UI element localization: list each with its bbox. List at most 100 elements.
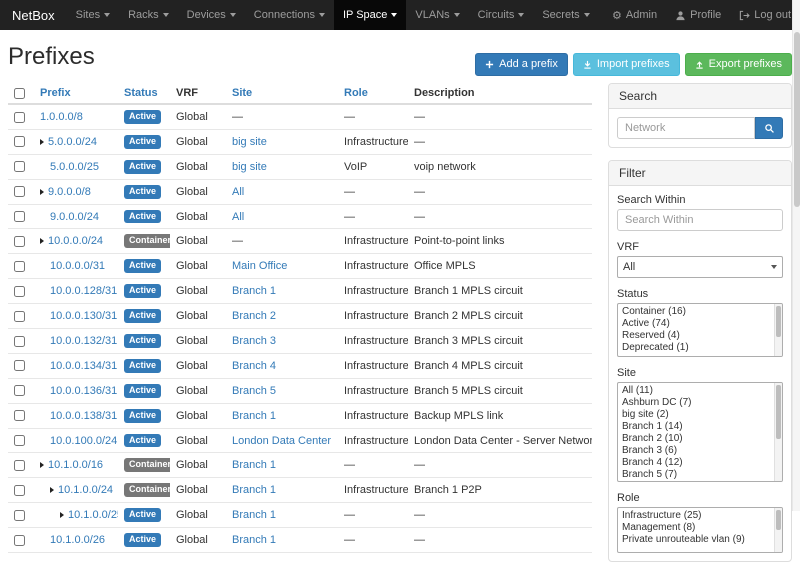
prefix-link[interactable]: 10.0.0.132/31 [50,335,117,347]
column-header-site[interactable]: Site [226,83,338,104]
prefix-link[interactable]: 10.0.0.134/31 [50,360,117,372]
site-link[interactable]: Branch 1 [232,410,276,422]
prefix-link[interactable]: 10.0.0.128/31 [50,285,117,297]
filter-option[interactable]: Branch 5 (7) [618,469,773,481]
export-prefixes-button[interactable]: Export prefixes [685,53,792,76]
row-checkbox[interactable] [14,186,25,197]
row-checkbox[interactable] [14,161,25,172]
row-checkbox[interactable] [14,136,25,147]
profile-link[interactable]: Profile [666,0,730,30]
import-prefixes-button[interactable]: Import prefixes [573,53,680,76]
search-within-input[interactable] [617,209,783,231]
site-link[interactable]: London Data Center [232,435,331,447]
filter-option[interactable]: All (11) [618,385,773,397]
filter-option[interactable]: Branch 2 (10) [618,433,773,445]
prefix-link[interactable]: 5.0.0.0/24 [48,136,97,148]
search-button[interactable] [755,117,783,139]
brand-link[interactable]: NetBox [0,0,67,30]
status-listbox-scrollbar[interactable] [774,304,782,356]
row-checkbox[interactable] [14,410,25,421]
row-checkbox[interactable] [14,510,25,521]
search-input[interactable] [617,117,755,139]
site-link[interactable]: Branch 1 [232,534,276,546]
prefix-link[interactable]: 10.0.0.0/31 [50,260,105,272]
site-link[interactable]: big site [232,161,267,173]
prefix-link[interactable]: 5.0.0.0/25 [50,161,99,173]
filter-option[interactable]: Infrastructure (25) [618,510,773,522]
column-header-prefix[interactable]: Prefix [34,83,118,104]
row-checkbox[interactable] [14,236,25,247]
filter-option[interactable]: Branch 3 (6) [618,445,773,457]
prefix-link[interactable]: 10.1.0.0/26 [50,534,105,546]
row-checkbox[interactable] [14,460,25,471]
admin-link[interactable]: ⚙ Admin [603,0,666,30]
page-scrollbar-thumb[interactable] [794,32,800,207]
row-checkbox[interactable] [14,336,25,347]
filter-option[interactable]: Container (16) [618,306,773,318]
nav-item-circuits[interactable]: Circuits [469,0,534,30]
filter-option[interactable]: Branch 4 (12) [618,457,773,469]
prefix-link[interactable]: 10.0.0.136/31 [50,385,117,397]
role-filter-listbox[interactable]: Infrastructure (25)Management (8)Private… [617,507,783,553]
row-checkbox[interactable] [14,360,25,371]
page-scrollbar[interactable] [792,0,800,511]
prefix-link[interactable]: 10.0.0.138/31 [50,410,117,422]
prefix-link[interactable]: 10.0.0.130/31 [50,310,117,322]
row-checkbox[interactable] [14,286,25,297]
site-link[interactable]: Branch 1 [232,484,276,496]
column-header-role[interactable]: Role [338,83,408,104]
site-link[interactable]: All [232,186,244,198]
prefix-link[interactable]: 10.1.0.0/16 [48,459,103,471]
row-checkbox[interactable] [14,435,25,446]
site-link[interactable]: big site [232,136,267,148]
filter-option[interactable]: Private unrouteable vlan (9) [618,534,773,546]
nav-item-racks[interactable]: Racks [119,0,178,30]
prefix-link[interactable]: 9.0.0.0/24 [50,211,99,223]
site-link[interactable]: Branch 1 [232,285,276,297]
filter-option[interactable]: Active (74) [618,318,773,330]
site-link[interactable]: Branch 3 [232,335,276,347]
row-checkbox[interactable] [14,112,25,123]
add-prefix-button[interactable]: Add a prefix [475,53,568,76]
site-filter-listbox[interactable]: All (11)Ashburn DC (7)big site (2)Branch… [617,382,783,482]
site-link[interactable]: Branch 4 [232,360,276,372]
prefix-link[interactable]: 1.0.0.0/8 [40,111,83,123]
status-filter-listbox[interactable]: Container (16)Active (74)Reserved (4)Dep… [617,303,783,357]
column-header-status[interactable]: Status [118,83,170,104]
site-link[interactable]: Branch 1 [232,459,276,471]
prefix-link[interactable]: 9.0.0.0/8 [48,186,91,198]
filter-option[interactable]: Reserved (4) [618,330,773,342]
row-checkbox[interactable] [14,311,25,322]
filter-option[interactable]: COLO 1 (4) [618,481,773,482]
nav-item-secrets[interactable]: Secrets [533,0,598,30]
filter-option[interactable]: Ashburn DC (7) [618,397,773,409]
nav-item-connections[interactable]: Connections [245,0,334,30]
site-link[interactable]: Branch 2 [232,310,276,322]
vrf-value: Global [176,235,208,247]
nav-item-sites[interactable]: Sites [67,0,119,30]
logout-link[interactable]: Log out [730,0,800,30]
nav-item-ip-space[interactable]: IP Space [334,0,406,30]
row-checkbox[interactable] [14,485,25,496]
filter-option[interactable]: Branch 1 (14) [618,421,773,433]
row-checkbox[interactable] [14,211,25,222]
prefix-link[interactable]: 10.0.0.0/24 [48,235,103,247]
role-listbox-scrollbar[interactable] [774,508,782,552]
row-checkbox[interactable] [14,385,25,396]
prefix-link[interactable]: 10.1.0.0/24 [58,484,113,496]
select-all-checkbox[interactable] [14,88,25,99]
nav-item-label: Racks [128,9,159,21]
filter-option[interactable]: Deprecated (1) [618,342,773,354]
site-link[interactable]: Main Office [232,260,287,272]
nav-item-devices[interactable]: Devices [178,0,245,30]
nav-item-vlans[interactable]: VLANs [406,0,468,30]
site-link[interactable]: Branch 5 [232,385,276,397]
row-checkbox[interactable] [14,535,25,546]
filter-option[interactable]: Management (8) [618,522,773,534]
prefix-link[interactable]: 10.0.100.0/24 [50,435,117,447]
vrf-select[interactable]: All [617,256,783,278]
row-checkbox[interactable] [14,261,25,272]
site-link[interactable]: All [232,211,244,223]
site-listbox-scrollbar[interactable] [774,383,782,481]
filter-option[interactable]: big site (2) [618,409,773,421]
